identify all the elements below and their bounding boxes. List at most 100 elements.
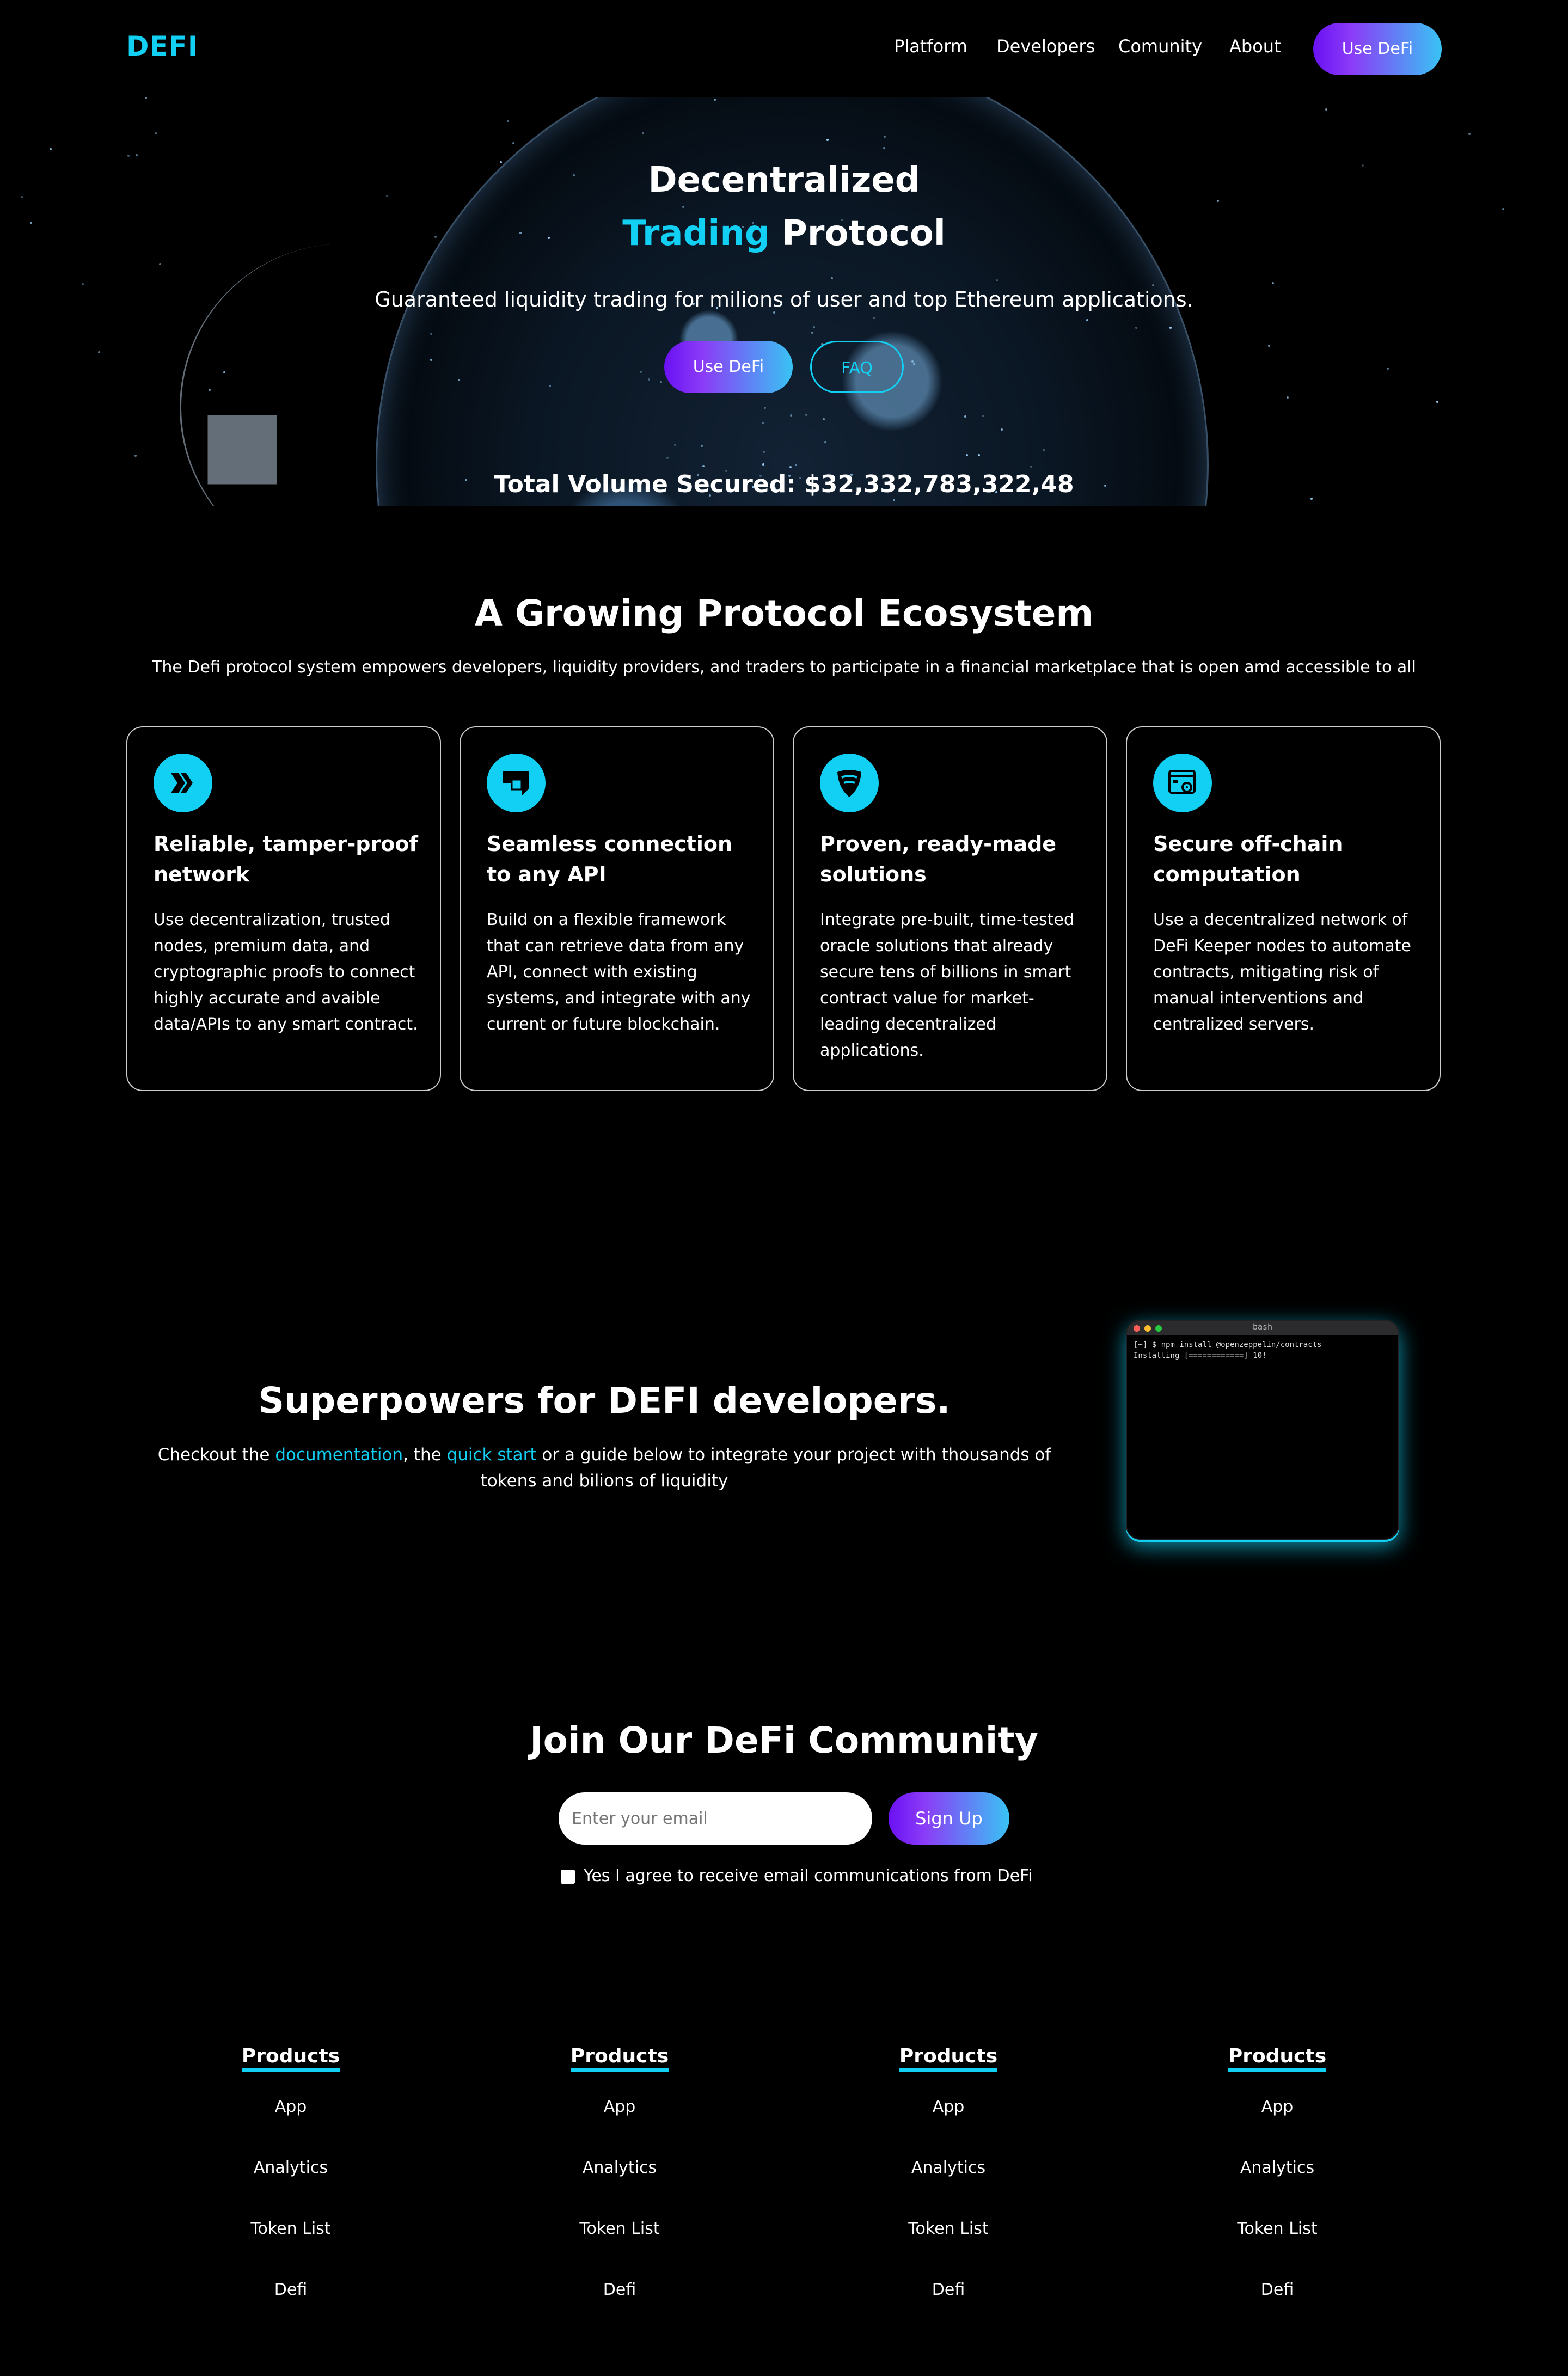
card-title: Proven, ready-made solutions <box>820 832 1057 886</box>
documentation-link[interactable]: documentation <box>275 1445 403 1465</box>
star-dot <box>1387 368 1389 370</box>
card-title: Reliable, tamper-proof network <box>154 832 418 886</box>
email-field[interactable] <box>559 1792 872 1845</box>
terminal-titlebar: bash <box>1127 1321 1398 1335</box>
star-dot <box>457 378 460 381</box>
hero-title-rest: Protocol <box>781 213 946 254</box>
footer-column: Products App Analytics Token List Defi <box>1168 2045 1386 2299</box>
developers-title: Superpowers for DEFI developers. <box>258 1380 951 1422</box>
dev-text-1: Checkout the <box>157 1445 275 1465</box>
nav-platform[interactable]: Platform <box>894 36 967 57</box>
layers-icon <box>487 754 546 812</box>
footer-link-analytics[interactable]: Analytics <box>182 2158 400 2177</box>
sign-up-button[interactable]: Sign Up <box>889 1792 1009 1845</box>
footer-link-defi[interactable]: Defi <box>511 2280 728 2299</box>
star-dot <box>789 466 792 469</box>
star-dot <box>794 463 797 466</box>
star-dot <box>158 263 161 266</box>
nav-about[interactable]: About <box>1229 36 1281 57</box>
shield-icon <box>820 754 879 812</box>
footer-link-analytics[interactable]: Analytics <box>840 2158 1057 2177</box>
star-dot <box>1169 326 1172 329</box>
star-dot <box>50 148 52 151</box>
footer-link-app[interactable]: App <box>182 2097 400 2116</box>
community-title: Join Our DeFi Community <box>530 1719 1038 1761</box>
ecosystem-title: A Growing Protocol Ecosystem <box>474 592 1094 634</box>
terminal-line: [~] $ npm install @openzeppelin/contract… <box>1134 1340 1322 1349</box>
footer-link-token-list[interactable]: Token List <box>182 2219 400 2238</box>
star-dot <box>127 155 130 157</box>
star-dot <box>789 414 792 417</box>
star-dot <box>641 131 644 134</box>
star-dot <box>659 381 662 383</box>
star-dot <box>1000 428 1003 431</box>
star-dot <box>145 97 148 100</box>
consent-label: Yes I agree to receive email communicati… <box>584 1866 1033 1885</box>
footer-link-defi[interactable]: Defi <box>182 2280 400 2299</box>
card-text: Use a decentralized network of DeFi Keep… <box>1153 910 1411 1034</box>
card-text: Use decentralization, trusted nodes, pre… <box>154 910 418 1034</box>
consent-checkbox[interactable] <box>561 1870 575 1884</box>
card-title: Secure off-chain computation <box>1153 832 1343 886</box>
logo[interactable]: DEFI <box>126 30 198 62</box>
header-use-defi-button[interactable]: Use DeFi <box>1313 23 1442 75</box>
hero-title-accent: Trading <box>622 213 770 254</box>
footer-link-analytics[interactable]: Analytics <box>1168 2158 1386 2177</box>
footer-link-app[interactable]: App <box>840 2097 1057 2116</box>
nav-community[interactable]: Comunity <box>1118 36 1202 57</box>
footer-link-app[interactable]: App <box>1168 2097 1386 2116</box>
quick-start-link[interactable]: quick start <box>447 1445 537 1465</box>
footer-link-analytics[interactable]: Analytics <box>511 2158 728 2177</box>
star-dot <box>647 378 650 381</box>
star-dot <box>209 388 211 391</box>
star-dot <box>995 279 998 281</box>
star-dot <box>884 135 886 138</box>
terminal-line: Installing [============] 10! <box>1134 1351 1267 1360</box>
star-dot <box>1268 344 1271 347</box>
star-dot <box>673 443 676 446</box>
terminal-title: bash <box>1252 1322 1273 1332</box>
footer-heading: Products <box>570 2045 669 2072</box>
card-text: Build on a flexible framework that can r… <box>487 910 751 1034</box>
star-dot <box>1468 133 1471 136</box>
dev-text-2: , the <box>403 1445 447 1465</box>
footer-column: Products App Analytics Token List Defi <box>182 2045 400 2299</box>
card-title: Seamless connection to any API <box>487 832 733 886</box>
terminal-output: [~] $ npm install @openzeppelin/contract… <box>1127 1335 1398 1365</box>
star-dot <box>1086 319 1088 321</box>
footer-link-app[interactable]: App <box>511 2097 728 2116</box>
footer-link-token-list[interactable]: Token List <box>511 2219 728 2238</box>
total-volume: Total Volume Secured: $32,332,783,322,48 <box>494 470 1074 498</box>
star-dot <box>1325 108 1328 111</box>
star-dot <box>1502 208 1505 211</box>
ecosystem-subtitle: The Defi protocol system empowers develo… <box>152 658 1416 677</box>
hero-use-defi-button[interactable]: Use DeFi <box>664 341 793 393</box>
feature-card: Secure off-chain computation Use a decen… <box>1126 726 1441 1091</box>
footer-heading: Products <box>899 2045 998 2072</box>
feature-card: Seamless connection to any API Build on … <box>460 726 774 1091</box>
footer-column: Products App Analytics Token List Defi <box>511 2045 728 2299</box>
star-dot <box>1272 282 1275 285</box>
star-dot <box>134 455 137 457</box>
hero-subtitle: Guaranteed liquidity trading for milions… <box>375 287 1193 311</box>
footer-link-defi[interactable]: Defi <box>840 2280 1057 2299</box>
footer-link-token-list[interactable]: Token List <box>840 2219 1057 2238</box>
star-dot <box>964 415 967 418</box>
footer-column: Products App Analytics Token List Defi <box>840 2045 1057 2299</box>
star-dot <box>82 283 84 286</box>
hero-faq-button[interactable]: FAQ <box>810 341 904 393</box>
card-text: Integrate pre-built, time-tested oracle … <box>820 910 1074 1060</box>
star-dot <box>512 142 515 145</box>
footer-heading: Products <box>1228 2045 1327 2072</box>
terminal-window: bash [~] $ npm install @openzeppelin/con… <box>1126 1320 1399 1540</box>
footer-link-token-list[interactable]: Token List <box>1168 2219 1386 2238</box>
footer-link-defi[interactable]: Defi <box>1168 2280 1386 2299</box>
chevrons-icon <box>154 754 212 812</box>
star-dot <box>762 463 765 466</box>
nav-developers[interactable]: Developers <box>996 36 1095 57</box>
star-dot <box>98 351 100 353</box>
star-dot <box>763 407 766 409</box>
star-dot <box>682 206 684 209</box>
developers-text: Checkout the documentation, the quick st… <box>142 1442 1067 1494</box>
dev-text-3: or a guide below to integrate your proje… <box>480 1445 1051 1491</box>
